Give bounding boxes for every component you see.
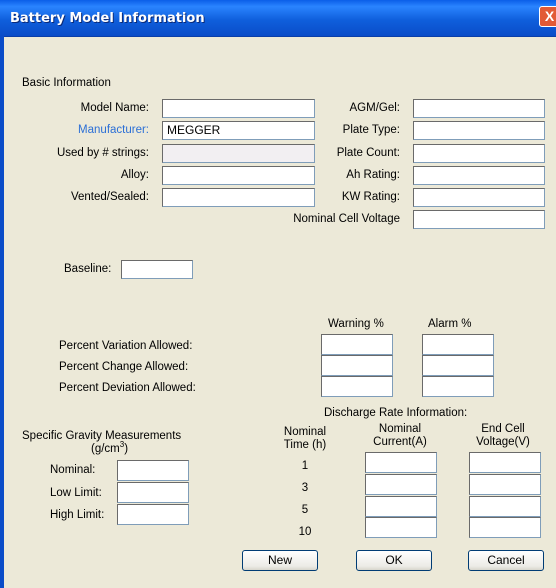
new-button[interactable]: New <box>242 550 318 571</box>
discharge-time-3: 3 <box>301 482 309 494</box>
window-frame-left <box>0 36 4 588</box>
discharge-current-input-5[interactable] <box>365 496 437 517</box>
discharge-time-5: 5 <box>301 504 309 516</box>
kw-rating-label: KW Rating: <box>341 191 400 203</box>
time-header-line2: Time (h) <box>283 439 327 451</box>
warning-header: Warning % <box>328 318 384 330</box>
units-prefix: (g/cm <box>91 442 120 455</box>
plate-type-label: Plate Type: <box>342 124 400 136</box>
specific-gravity-units: (g/cm3) <box>91 440 128 455</box>
discharge-time-10: 10 <box>298 526 312 538</box>
alarm-header: Alarm % <box>428 318 472 330</box>
alloy-label: Alloy: <box>120 169 149 181</box>
voltage-header-line2: Voltage(V) <box>476 436 530 448</box>
percent-change-alarm-input[interactable] <box>422 355 494 376</box>
plate-count-input[interactable] <box>413 144 545 163</box>
ok-button[interactable]: OK <box>356 550 432 571</box>
basic-info-heading: Basic Information <box>22 77 111 89</box>
alloy-input[interactable] <box>162 166 315 185</box>
discharge-voltage-input-3[interactable] <box>469 474 541 495</box>
nominal-cell-voltage-label: Nominal Cell Voltage <box>293 213 400 225</box>
manufacturer-input[interactable]: MEGGER <box>162 121 315 140</box>
used-by-strings-label: Used by # strings: <box>56 147 149 159</box>
sg-nominal-input[interactable] <box>117 460 189 481</box>
model-name-label: Model Name: <box>80 102 149 114</box>
close-button[interactable]: X <box>539 6 556 27</box>
sg-high-limit-input[interactable] <box>117 504 189 525</box>
discharge-time-1: 1 <box>301 460 309 472</box>
time-header-line1: Nominal <box>283 426 327 438</box>
percent-change-warning-input[interactable] <box>321 355 393 376</box>
vented-sealed-input[interactable] <box>162 188 315 207</box>
sg-nominal-label: Nominal: <box>50 464 96 476</box>
plate-count-label: Plate Count: <box>336 147 400 159</box>
discharge-current-input-10[interactable] <box>365 517 437 538</box>
title-bar: Battery Model Information X <box>0 0 556 37</box>
percent-deviation-label: Percent Deviation Allowed: <box>59 382 196 394</box>
plate-type-input[interactable] <box>413 121 545 140</box>
discharge-current-input-3[interactable] <box>365 474 437 495</box>
percent-variation-alarm-input[interactable] <box>422 334 494 355</box>
percent-change-label: Percent Change Allowed: <box>59 361 189 373</box>
sg-high-limit-label: High Limit: <box>50 509 105 521</box>
cancel-button[interactable]: Cancel <box>468 550 544 571</box>
units-suffix: ) <box>124 442 129 455</box>
percent-variation-label: Percent Variation Allowed: <box>59 340 193 352</box>
percent-deviation-warning-input[interactable] <box>321 376 393 397</box>
agm-gel-input[interactable] <box>413 99 545 118</box>
discharge-current-input-1[interactable] <box>365 452 437 473</box>
vented-sealed-label: Vented/Sealed: <box>70 191 149 203</box>
agm-gel-label: AGM/Gel: <box>349 102 400 114</box>
used-by-strings-field <box>162 144 315 163</box>
discharge-voltage-input-5[interactable] <box>469 496 541 517</box>
sg-low-limit-label: Low Limit: <box>50 487 102 499</box>
ah-rating-label: Ah Rating: <box>346 169 400 181</box>
current-header-line1: Nominal <box>378 423 422 435</box>
baseline-label: Baseline: <box>64 263 112 275</box>
kw-rating-input[interactable] <box>413 188 545 207</box>
discharge-voltage-input-1[interactable] <box>469 452 541 473</box>
model-name-input[interactable] <box>162 99 315 118</box>
current-header-line2: Current(A) <box>373 436 427 448</box>
window-title: Battery Model Information <box>10 11 205 26</box>
manufacturer-link[interactable]: Manufacturer: <box>40 124 149 136</box>
discharge-voltage-input-10[interactable] <box>469 517 541 538</box>
sg-low-limit-input[interactable] <box>117 482 189 503</box>
percent-variation-warning-input[interactable] <box>321 334 393 355</box>
ah-rating-input[interactable] <box>413 166 545 185</box>
percent-deviation-alarm-input[interactable] <box>422 376 494 397</box>
voltage-header-line1: End Cell <box>481 423 525 435</box>
baseline-input[interactable] <box>121 260 193 279</box>
nominal-cell-voltage-input[interactable] <box>413 210 545 229</box>
discharge-rate-heading: Discharge Rate Information: <box>324 407 468 419</box>
